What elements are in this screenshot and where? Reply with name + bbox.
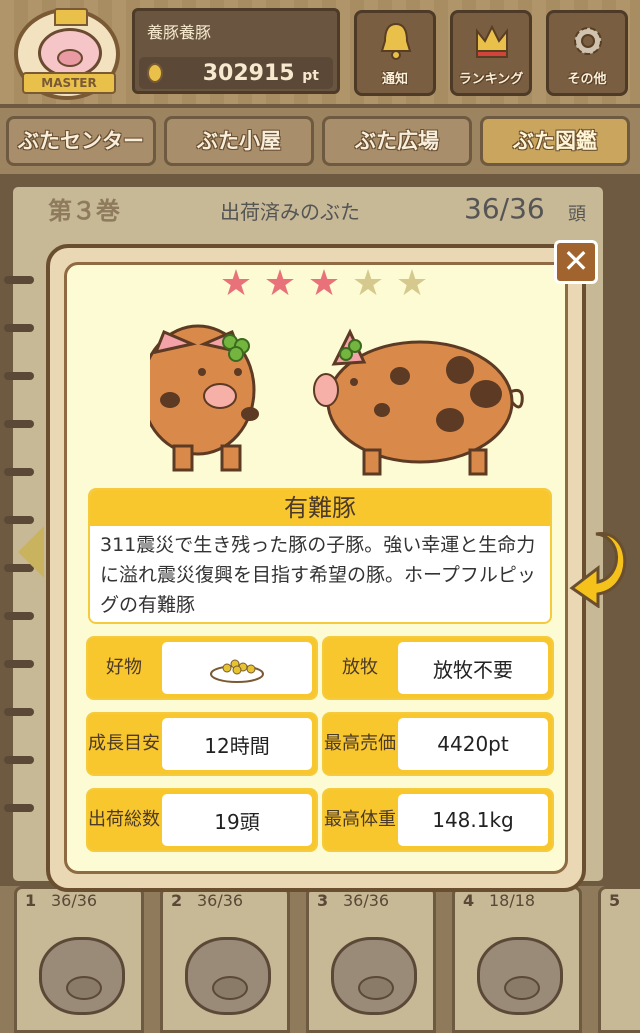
ranking-label: ランキング: [458, 72, 524, 87]
star-filled-icon: ★: [263, 263, 297, 304]
stat-value: 19頭: [162, 794, 312, 846]
stat-value: 放牧不要: [398, 642, 548, 694]
master-avatar[interactable]: MASTER: [14, 8, 120, 100]
main-tabs: ぶたセンター ぶた小屋 ぶた広場 ぶた図鑑: [0, 108, 640, 174]
stat-label: 最高 売価: [324, 733, 396, 754]
stat-max-weight: 最高 体重 148.1kg: [322, 788, 554, 852]
bell-icon: [380, 22, 412, 60]
points-value: 302915: [202, 61, 295, 86]
volume-card-5[interactable]: 5: [598, 886, 640, 1033]
pig-side-icon: [313, 328, 524, 476]
stat-value: 12時間: [162, 718, 312, 770]
volume-count: 18/18: [489, 891, 536, 910]
volume-count: 36/36: [343, 891, 390, 910]
shipped-pigs-count: 36/36: [464, 192, 545, 225]
next-page-arrow[interactable]: [566, 524, 628, 608]
ranking-button[interactable]: ランキング: [450, 10, 532, 96]
volume-number: 1: [25, 891, 37, 910]
stat-value: 4420pt: [398, 718, 548, 770]
star-empty-icon: ★: [395, 263, 429, 304]
pig-name: 有難豚: [90, 490, 550, 526]
close-button[interactable]: ✕: [554, 240, 598, 284]
volume-card-3[interactable]: 3 36/36: [306, 886, 436, 1033]
stat-label: 放牧: [342, 657, 378, 678]
other-label: その他: [567, 72, 607, 87]
food-bowl-icon: [162, 642, 312, 694]
stat-label: 好物: [106, 657, 142, 678]
pig-description: 311震災で生き残った豚の子豚。強い幸運と生命力に溢れ震災復興を目指す希望の豚。…: [100, 534, 536, 616]
points-display: 302915 pt: [139, 57, 333, 89]
volume-number: 5: [609, 891, 621, 910]
volume-number: 4: [463, 891, 475, 910]
pig-name-card: 有難豚 311震災で生き残った豚の子豚。強い幸運と生命力に溢れ震災復興を目指す希…: [88, 488, 552, 624]
other-button[interactable]: その他: [546, 10, 628, 96]
stat-label: 出荷 総数: [88, 809, 160, 830]
volume-card-4[interactable]: 4 18/18: [452, 886, 582, 1033]
star-filled-icon: ★: [307, 263, 341, 304]
coin-icon: [147, 63, 163, 83]
volume-count: 36/36: [197, 891, 244, 910]
volume-count: 36/36: [51, 891, 98, 910]
volume-number: 2: [171, 891, 183, 910]
points-unit: pt: [302, 68, 319, 84]
pig-face-icon: [38, 28, 102, 78]
star-empty-icon: ★: [351, 263, 385, 304]
pig-silhouette-icon: [39, 937, 125, 1015]
pig-silhouette-icon: [331, 937, 417, 1015]
stat-total-shipped: 出荷 総数 19頭: [86, 788, 318, 852]
volume-label: 第３巻: [48, 197, 120, 225]
volume-card-1[interactable]: 1 36/36: [14, 886, 144, 1033]
stat-max-price: 最高 売価 4420pt: [322, 712, 554, 776]
pig-front-icon: [150, 324, 259, 472]
notification-button[interactable]: 通知: [354, 10, 436, 96]
top-header: MASTER 養豚養豚 302915 pt 通知 ランキング その他: [0, 0, 640, 104]
tab-pig-encyclopedia[interactable]: ぶた図鑑: [480, 116, 630, 166]
stat-label: 成長 目安: [88, 733, 160, 754]
volume-number: 3: [317, 891, 329, 910]
tab-pig-hut[interactable]: ぶた小屋: [164, 116, 314, 166]
pig-silhouette-icon: [477, 937, 563, 1015]
shipped-pigs-unit: 頭: [568, 204, 586, 225]
stat-value: 148.1kg: [398, 794, 548, 846]
gear-icon: [574, 27, 602, 55]
master-badge: MASTER: [22, 72, 116, 94]
stat-grazing: 放牧 放牧不要: [322, 636, 554, 700]
shipped-pigs-label: 出荷済みのぶた: [220, 200, 360, 224]
crown-icon: [476, 24, 508, 58]
volume-selector: 1 36/36 2 36/36 3 36/36 4 18/18 5: [0, 886, 640, 1033]
stat-favorite-food: 好物: [86, 636, 318, 700]
volume-card-2[interactable]: 2 36/36: [160, 886, 290, 1033]
pig-illustration: [150, 324, 524, 476]
tab-pig-plaza[interactable]: ぶた広場: [322, 116, 472, 166]
stat-growth-time: 成長 目安 12時間: [86, 712, 318, 776]
tab-pig-center[interactable]: ぶたセンター: [6, 116, 156, 166]
stat-label: 最高 体重: [324, 809, 396, 830]
star-filled-icon: ★: [219, 263, 253, 304]
crown-icon: [54, 8, 88, 26]
pig-silhouette-icon: [185, 937, 271, 1015]
prev-page-arrow[interactable]: [18, 526, 44, 578]
user-info-panel: 養豚養豚 302915 pt: [132, 8, 340, 94]
notification-label: 通知: [381, 72, 408, 87]
username: 養豚養豚: [147, 23, 212, 42]
